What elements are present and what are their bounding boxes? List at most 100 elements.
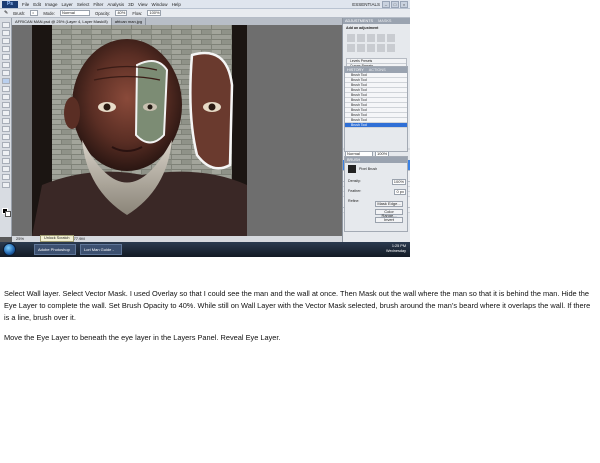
- menu-view[interactable]: View: [138, 0, 148, 9]
- tools-panel: [0, 18, 12, 237]
- history-brush-tool-icon[interactable]: [2, 94, 10, 100]
- menu-layer[interactable]: Layer: [62, 0, 73, 9]
- density-field[interactable]: 100%: [391, 179, 406, 185]
- photo-composite: [32, 25, 247, 236]
- levels-icon[interactable]: [357, 34, 365, 42]
- canvas-area[interactable]: [12, 25, 342, 236]
- healing-tool-icon[interactable]: [2, 70, 10, 76]
- flow-field[interactable]: 100%: [147, 10, 162, 16]
- menu-file[interactable]: File: [22, 0, 29, 9]
- 3d-rotate-tool-icon[interactable]: [2, 166, 10, 172]
- opacity-field[interactable]: 40%: [115, 10, 128, 16]
- brush-label: Brush:: [13, 10, 26, 16]
- menu-analysis[interactable]: Analysis: [107, 0, 124, 9]
- history-step-current[interactable]: Brush Tool: [345, 123, 407, 128]
- lasso-tool-icon[interactable]: [2, 38, 10, 44]
- mask-edge-button[interactable]: Mask Edge...: [375, 201, 403, 207]
- masks-panel-tab[interactable]: BRUSH: [345, 157, 407, 163]
- menu-edit[interactable]: Edit: [33, 0, 41, 9]
- brush-tool-icon[interactable]: ✎: [4, 10, 8, 16]
- tab-adjustments[interactable]: ADJUSTMENTS: [345, 19, 373, 23]
- zoom-tool-icon[interactable]: [2, 182, 10, 188]
- marquee-tool-icon[interactable]: [2, 30, 10, 36]
- move-tool-icon[interactable]: [2, 22, 10, 28]
- photoshop-logo: Ps: [2, 1, 18, 8]
- tab-actions[interactable]: ACTIONS: [369, 68, 386, 72]
- mode-label: Mode:: [43, 10, 55, 16]
- brush-tool-icon[interactable]: [2, 78, 10, 84]
- menu-window[interactable]: Window: [152, 0, 168, 9]
- brightness-icon[interactable]: [347, 34, 355, 42]
- crop-tool-icon[interactable]: [2, 54, 10, 60]
- maximize-icon[interactable]: □: [391, 1, 399, 8]
- taskbar-photoshop[interactable]: Adobe Photoshop C...: [34, 244, 76, 255]
- feather-label: Feather:: [348, 189, 362, 193]
- tab-african-man-jpg[interactable]: african man.jpg: [111, 18, 147, 25]
- flow-label: Flow:: [132, 10, 143, 16]
- refine-label: Refine:: [348, 199, 360, 203]
- adjustment-icon-grid: [343, 32, 410, 54]
- exposure-icon[interactable]: [377, 34, 385, 42]
- vibrance-icon[interactable]: [387, 34, 395, 42]
- menu-help[interactable]: Help: [172, 0, 181, 9]
- close-icon[interactable]: ×: [400, 1, 408, 8]
- color-range-button[interactable]: Color Range...: [375, 209, 403, 218]
- clock-day: Wednesday: [386, 249, 406, 253]
- feather-field[interactable]: 0 px: [394, 189, 406, 195]
- menu-filter[interactable]: Filter: [93, 0, 103, 9]
- eyedropper-tool-icon[interactable]: [2, 62, 10, 68]
- window-controls: – □ ×: [382, 1, 408, 8]
- eraser-tool-icon[interactable]: [2, 102, 10, 108]
- history-panel: HISTORY ACTIONS Brush Tool Brush Tool Br…: [344, 66, 408, 152]
- photo-filter-icon[interactable]: [377, 44, 385, 52]
- adjustments-header: Add an adjustment: [346, 26, 379, 30]
- density-row: Density: 100%: [348, 179, 406, 185]
- system-clock[interactable]: 1:25 PM Wednesday: [386, 244, 406, 254]
- zoom-level[interactable]: 25%: [16, 236, 24, 241]
- black-white-icon[interactable]: [367, 44, 375, 52]
- menu-items: File Edit Image Layer Select Filter Anal…: [22, 0, 185, 9]
- path-select-tool-icon[interactable]: [2, 150, 10, 156]
- opacity-label: Opacity:: [94, 10, 111, 16]
- workspace-switcher[interactable]: ESSENTIALS: [352, 1, 380, 8]
- hand-tool-icon[interactable]: [2, 174, 10, 180]
- status-bubble: Unlock Scratch: [40, 235, 74, 242]
- menu-image[interactable]: Image: [45, 0, 58, 9]
- channel-mixer-icon[interactable]: [387, 44, 395, 52]
- menu-bar: Ps File Edit Image Layer Select Filter A…: [0, 0, 410, 9]
- hue-saturation-icon[interactable]: [347, 44, 355, 52]
- shape-tool-icon[interactable]: [2, 158, 10, 164]
- taskbar-guide-doc[interactable]: Lori Man Guide - Mi...: [80, 244, 122, 255]
- clone-stamp-tool-icon[interactable]: [2, 86, 10, 92]
- history-list: Brush Tool Brush Tool Brush Tool Brush T…: [345, 73, 407, 128]
- color-balance-icon[interactable]: [357, 44, 365, 52]
- curves-icon[interactable]: [367, 34, 375, 42]
- document-canvas[interactable]: [32, 25, 247, 236]
- menu-3d[interactable]: 3D: [128, 0, 134, 9]
- tab-masks[interactable]: MASKS: [378, 19, 391, 23]
- pen-tool-icon[interactable]: [2, 134, 10, 140]
- start-button[interactable]: [3, 243, 16, 256]
- instruction-paragraph-1: Select Wall layer. Select Vector Mask. I…: [4, 289, 591, 322]
- type-tool-icon[interactable]: [2, 142, 10, 148]
- brush-size-picker[interactable]: •: [30, 10, 39, 16]
- menu-select[interactable]: Select: [77, 0, 90, 9]
- invert-button[interactable]: Invert: [375, 217, 403, 223]
- minimize-icon[interactable]: –: [382, 1, 390, 8]
- mask-preset-label: Pixel Brush: [359, 167, 378, 171]
- density-label: Density:: [348, 179, 361, 183]
- masks-properties-panel: BRUSH Pixel Brush Density: 100% Feather:…: [344, 156, 408, 232]
- dodge-tool-icon[interactable]: [2, 126, 10, 132]
- mask-preset-row: Pixel Brush: [348, 165, 377, 173]
- tab-history[interactable]: HISTORY: [347, 68, 364, 72]
- blur-tool-icon[interactable]: [2, 118, 10, 124]
- quick-select-tool-icon[interactable]: [2, 46, 10, 52]
- feather-row: Feather: 0 px: [348, 189, 406, 195]
- mode-select[interactable]: Normal: [59, 10, 90, 16]
- background-color-swatch[interactable]: [5, 211, 11, 217]
- gradient-tool-icon[interactable]: [2, 110, 10, 116]
- tab-african-man-psd[interactable]: AFRICAN MAN.psd @ 25% (Layer 4, Layer Ma…: [12, 18, 112, 25]
- mask-thumbnail: [348, 165, 356, 173]
- refine-buttons: Mask Edge... Color Range... Invert: [375, 201, 403, 223]
